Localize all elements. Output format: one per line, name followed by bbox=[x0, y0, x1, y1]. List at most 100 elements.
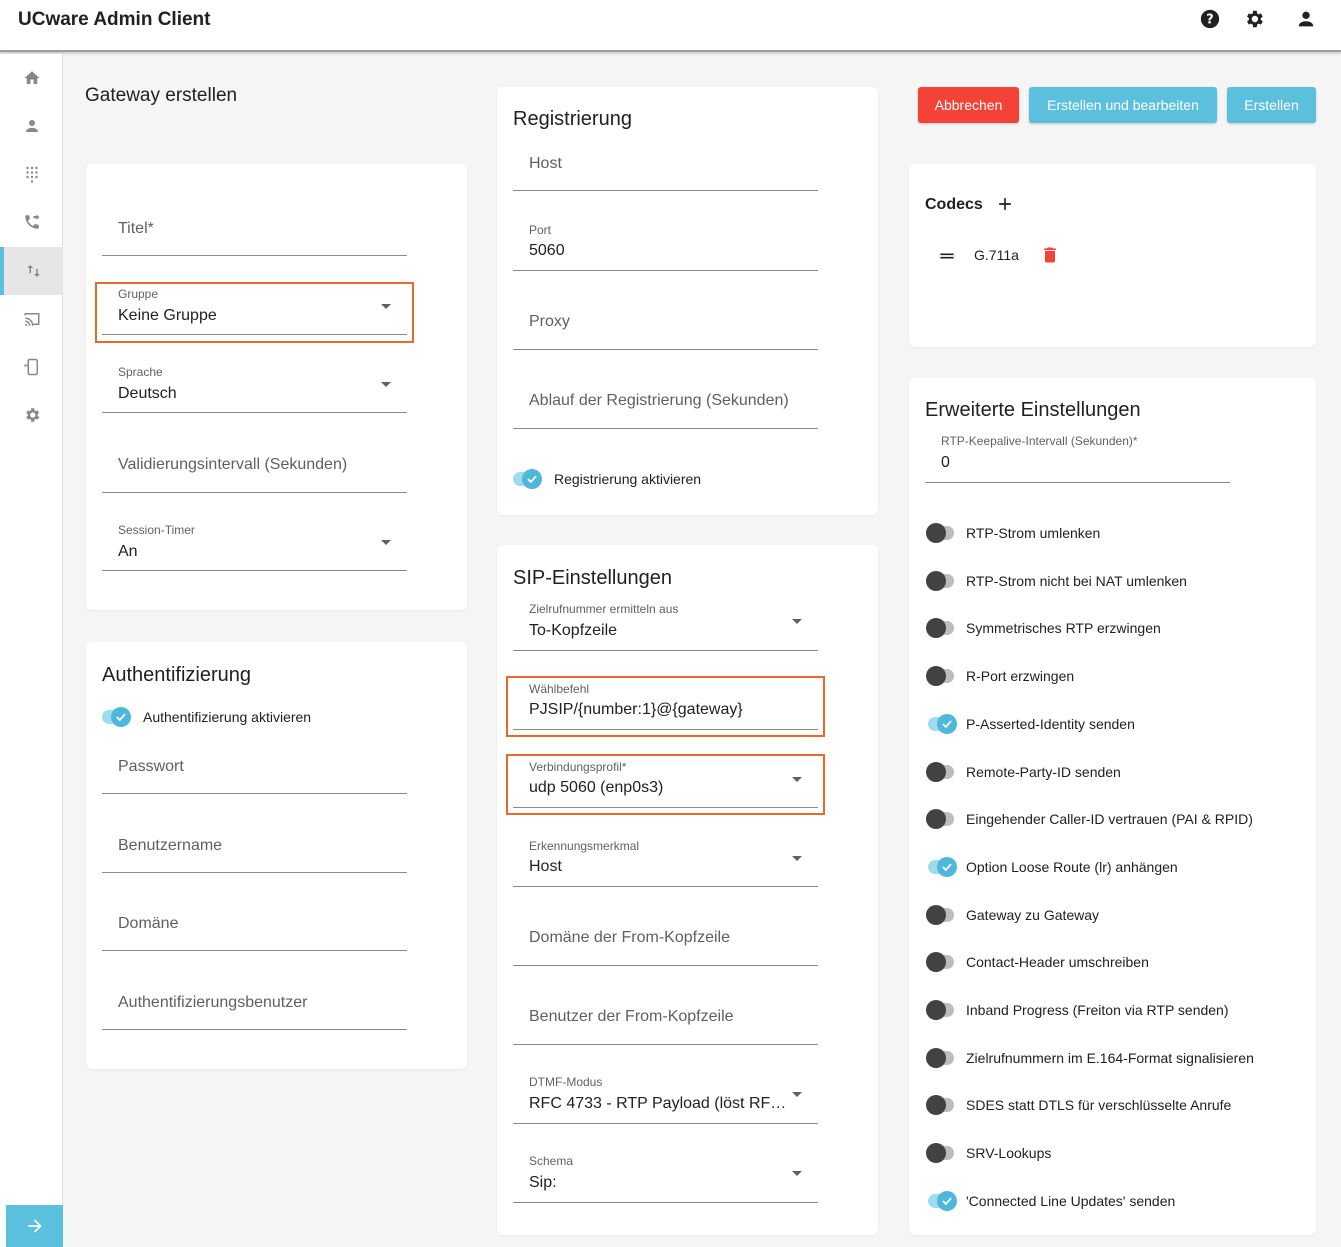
account-icon[interactable] bbox=[1295, 8, 1317, 30]
call-forward-icon bbox=[24, 214, 39, 229]
auth-title: Authentifizierung bbox=[102, 664, 251, 686]
port-value: 5060 bbox=[529, 242, 565, 259]
auth-user-field[interactable]: Authentifizierungsbenutzer bbox=[102, 980, 407, 1030]
password-field[interactable]: Passwort bbox=[102, 744, 407, 794]
advanced-toggle[interactable] bbox=[928, 856, 957, 877]
host-field[interactable]: Host bbox=[513, 141, 818, 191]
language-select[interactable]: Sprache Deutsch bbox=[102, 362, 407, 413]
chevron-down-icon bbox=[381, 304, 391, 309]
auth-card: Authentifizierung Authentifizierung akti… bbox=[86, 642, 467, 1069]
check-icon bbox=[942, 863, 952, 872]
chevron-down-icon bbox=[792, 777, 802, 782]
keepalive-value: 0 bbox=[941, 454, 950, 471]
trash-icon[interactable] bbox=[1040, 244, 1060, 271]
dtmf-mode-select[interactable]: DTMF-Modus RFC 4733 - RTP Payload (löst … bbox=[513, 1072, 818, 1124]
advanced-toggle[interactable] bbox=[926, 1047, 954, 1068]
proxy-field[interactable]: Proxy bbox=[513, 299, 818, 350]
domain-field[interactable]: Domäne bbox=[102, 901, 407, 951]
from-user-field[interactable]: Benutzer der From-Kopfzeile bbox=[513, 994, 818, 1045]
advanced-toggle[interactable] bbox=[926, 666, 954, 687]
target-number-select[interactable]: Zielrufnummer ermitteln aus To-Kopfzeile bbox=[513, 599, 818, 651]
general-card: Titel* Gruppe Keine Gruppe Sprache Deuts… bbox=[86, 164, 467, 610]
auth-enable-toggle[interactable] bbox=[102, 707, 131, 727]
nav-settings[interactable] bbox=[0, 391, 63, 439]
create-button[interactable]: Erstellen bbox=[1227, 87, 1316, 123]
identify-by-select[interactable]: Erkennungsmerkmal Host bbox=[513, 836, 818, 887]
add-codec-icon[interactable] bbox=[995, 194, 1015, 214]
schema-value: Sip: bbox=[529, 1174, 557, 1191]
keepalive-label: RTP-Keepalive-Intervall (Sekunden)* bbox=[941, 434, 1138, 448]
advanced-toggle[interactable] bbox=[928, 1190, 957, 1211]
title-field[interactable]: Titel* bbox=[102, 206, 407, 256]
advanced-toggle[interactable] bbox=[926, 570, 954, 591]
advanced-toggle[interactable] bbox=[926, 1143, 954, 1164]
advanced-toggle[interactable] bbox=[926, 1000, 954, 1020]
check-icon bbox=[942, 720, 952, 728]
advanced-toggle[interactable] bbox=[926, 1095, 954, 1116]
svg-text:?: ? bbox=[1206, 13, 1213, 28]
host-placeholder: Host bbox=[529, 155, 562, 172]
user-icon bbox=[25, 120, 38, 132]
app-title: UCware Admin Client bbox=[18, 9, 211, 30]
from-domain-field[interactable]: Domäne der From-Kopfzeile bbox=[513, 915, 818, 966]
advanced-toggle[interactable] bbox=[928, 713, 957, 734]
dialpad-icon bbox=[25, 166, 38, 183]
nav-home[interactable] bbox=[0, 54, 63, 102]
keepalive-field[interactable]: RTP-Keepalive-Intervall (Sekunden)* 0 bbox=[925, 431, 1230, 483]
page-title: Gateway erstellen bbox=[85, 85, 238, 106]
advanced-title: Erweiterte Einstellungen bbox=[925, 399, 1141, 421]
validation-interval-field[interactable]: Validierungsintervall (Sekunden) bbox=[102, 442, 407, 493]
advanced-toggle-label: Gateway zu Gateway bbox=[966, 906, 1100, 923]
drag-handle-icon[interactable] bbox=[937, 246, 957, 271]
from-user-placeholder: Benutzer der From-Kopfzeile bbox=[529, 1008, 734, 1025]
dial-command-value: PJSIP/{number:1}@{gateway} bbox=[529, 701, 743, 718]
advanced-toggle[interactable] bbox=[926, 618, 954, 639]
nav-dialpad[interactable] bbox=[0, 150, 63, 198]
session-timer-select[interactable]: Session-Timer An bbox=[102, 520, 407, 571]
gateway-icon bbox=[26, 265, 40, 277]
chevron-down-icon bbox=[792, 856, 802, 861]
create-and-edit-button[interactable]: Erstellen und bearbeiten bbox=[1029, 87, 1217, 123]
schema-select[interactable]: Schema Sip: bbox=[513, 1151, 818, 1203]
advanced-toggle[interactable] bbox=[926, 904, 954, 925]
registration-enable-toggle[interactable] bbox=[513, 469, 542, 489]
dial-command-label: Wählbefehl bbox=[529, 682, 590, 696]
advanced-toggle[interactable] bbox=[926, 952, 954, 973]
codec-name: G.711a bbox=[974, 247, 1019, 263]
advanced-toggle-label: Inband Progress (Freiton via RTP senden) bbox=[966, 1002, 1229, 1018]
cancel-button[interactable]: Abbrechen bbox=[918, 87, 1019, 123]
nav-gateways[interactable] bbox=[0, 247, 63, 295]
advanced-toggle[interactable] bbox=[926, 809, 954, 830]
advanced-toggle-label: Symmetrisches RTP erzwingen bbox=[966, 620, 1161, 637]
settings-icon[interactable] bbox=[1243, 8, 1265, 30]
dial-command-field[interactable]: Wählbefehl PJSIP/{number:1}@{gateway} bbox=[513, 679, 818, 730]
advanced-toggle-label: R-Port erzwingen bbox=[966, 668, 1075, 685]
chevron-down-icon bbox=[381, 382, 391, 387]
registration-enable-label: Registrierung aktivieren bbox=[554, 471, 702, 487]
codecs-card: Codecs G.711a bbox=[909, 164, 1316, 347]
expand-sidebar-button[interactable] bbox=[6, 1205, 63, 1247]
title-placeholder: Titel* bbox=[118, 220, 154, 237]
advanced-toggle-label: RTP-Strom umlenken bbox=[966, 525, 1101, 541]
nav-call-forward[interactable] bbox=[0, 198, 63, 246]
port-field[interactable]: Port 5060 bbox=[513, 220, 818, 271]
username-placeholder: Benutzername bbox=[118, 837, 223, 854]
password-placeholder: Passwort bbox=[118, 758, 184, 775]
username-field[interactable]: Benutzername bbox=[102, 823, 407, 873]
group-label: Gruppe bbox=[118, 287, 159, 301]
nav-phone-device[interactable] bbox=[0, 343, 63, 391]
registration-expiry-field[interactable]: Ablauf der Registrierung (Sekunden) bbox=[513, 378, 818, 429]
home-icon bbox=[24, 71, 39, 84]
settings-icon bbox=[25, 408, 39, 422]
advanced-toggle[interactable] bbox=[926, 523, 954, 543]
arrow-right-icon bbox=[27, 1219, 42, 1233]
domain-placeholder: Domäne bbox=[118, 915, 179, 932]
nav-cast[interactable] bbox=[0, 295, 63, 343]
connection-profile-select[interactable]: Verbindungsprofil* udp 5060 (enp0s3) bbox=[513, 757, 818, 808]
advanced-toggle[interactable] bbox=[926, 761, 954, 782]
advanced-toggle-label: Remote-Party-ID senden bbox=[966, 763, 1121, 780]
help-icon[interactable]: ? bbox=[1199, 8, 1221, 30]
language-value: Deutsch bbox=[118, 385, 177, 402]
group-select[interactable]: Gruppe Keine Gruppe bbox=[102, 284, 407, 335]
nav-users[interactable] bbox=[0, 102, 63, 150]
